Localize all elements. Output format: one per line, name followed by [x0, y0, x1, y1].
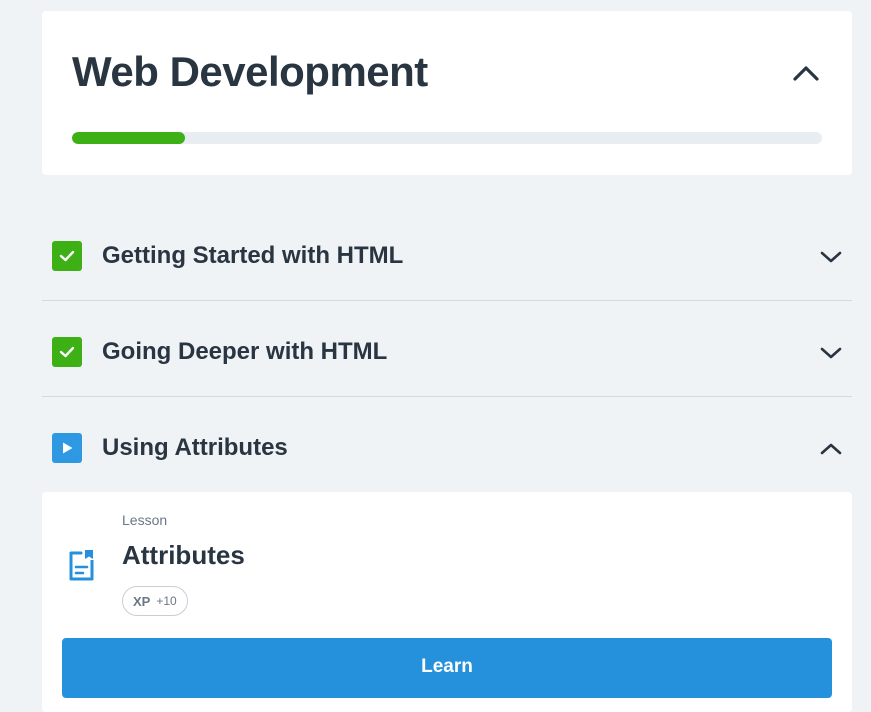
expand-module-button[interactable] — [818, 340, 844, 366]
module-using-attributes[interactable]: Using Attributes — [42, 397, 852, 493]
lesson-type-label: Lesson — [122, 512, 168, 528]
document-icon — [69, 550, 94, 581]
module-status-in-progress — [52, 433, 82, 463]
lesson-card: Lesson Attributes XP +10 Learn — [42, 492, 852, 712]
lesson-title: Attributes — [122, 540, 245, 570]
course-progress-bar — [72, 132, 822, 144]
check-icon — [59, 346, 75, 358]
xp-label: XP — [133, 593, 151, 609]
module-getting-started[interactable]: Getting Started with HTML — [42, 205, 852, 301]
learn-button[interactable]: Learn — [62, 638, 832, 698]
collapse-module-button[interactable] — [818, 436, 844, 462]
course-card: Web Development — [42, 11, 852, 175]
module-status-completed — [52, 337, 82, 367]
module-status-completed — [52, 241, 82, 271]
chevron-down-icon — [820, 347, 842, 359]
xp-badge: XP +10 — [122, 586, 188, 616]
expand-module-button[interactable] — [818, 244, 844, 270]
course-title: Web Development — [72, 48, 428, 95]
xp-value: +10 — [156, 594, 177, 608]
module-title: Getting Started with HTML — [102, 242, 404, 269]
play-icon — [63, 442, 73, 454]
module-going-deeper[interactable]: Going Deeper with HTML — [42, 301, 852, 397]
module-title: Using Attributes — [102, 434, 288, 461]
chevron-up-icon — [793, 66, 819, 81]
course-progress-fill — [72, 132, 185, 144]
check-icon — [59, 250, 75, 262]
module-title: Going Deeper with HTML — [102, 338, 388, 365]
chevron-down-icon — [820, 251, 842, 263]
chevron-up-icon — [820, 443, 842, 455]
collapse-course-button[interactable] — [788, 55, 824, 91]
